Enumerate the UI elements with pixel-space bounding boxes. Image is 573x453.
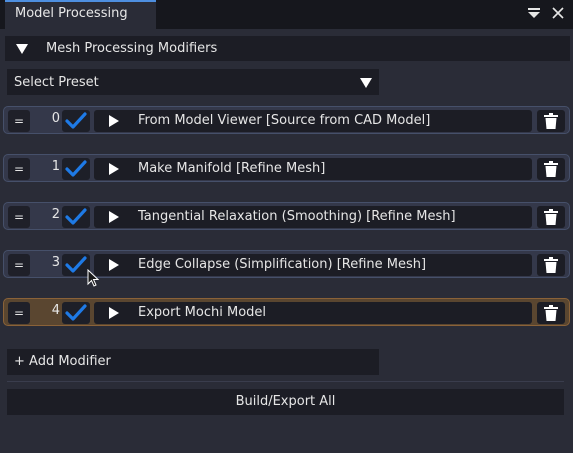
expand-triangle-icon [109, 307, 119, 319]
tab-title: Model Processing [15, 6, 128, 21]
modifier-label: Export Mochi Model [138, 305, 267, 320]
modifier-expand-button[interactable]: Export Mochi Model [94, 302, 532, 324]
close-icon[interactable] [551, 4, 565, 22]
modifier-row[interactable]: = 3 Edge Collapse (Simplification) [Refi… [3, 250, 570, 278]
modifier-index: 0 [51, 111, 60, 126]
collapse-triangle-icon[interactable] [16, 43, 28, 54]
delete-modifier-button[interactable] [537, 302, 565, 324]
chevron-down-icon [360, 77, 372, 92]
trash-icon [544, 257, 558, 273]
delete-modifier-button[interactable] [537, 110, 565, 132]
trash-icon [544, 113, 558, 129]
modifier-expand-button[interactable]: Make Manifold [Refine Mesh] [94, 158, 532, 180]
checkmark-icon [65, 208, 87, 225]
drag-handle[interactable]: = [8, 254, 30, 276]
trash-icon [544, 209, 558, 225]
trash-icon [544, 161, 558, 177]
trash-icon [544, 305, 558, 321]
expand-triangle-icon [109, 163, 119, 175]
enable-checkbox[interactable] [62, 206, 90, 228]
expand-triangle-icon [109, 211, 119, 223]
enable-checkbox[interactable] [62, 302, 90, 324]
delete-modifier-button[interactable] [537, 254, 565, 276]
modifier-row[interactable]: = 2 Tangential Relaxation (Smoothing) [R… [3, 202, 570, 230]
modifier-label: Tangential Relaxation (Smoothing) [Refin… [138, 209, 456, 224]
modifier-index: 4 [51, 303, 60, 318]
checkmark-icon [65, 160, 87, 177]
drag-handle[interactable]: = [8, 158, 30, 180]
add-modifier-button[interactable]: + Add Modifier [7, 349, 379, 375]
preset-dropdown[interactable]: Select Preset [7, 69, 379, 95]
tab-bar: Model Processing [0, 0, 573, 29]
section-header[interactable]: Mesh Processing Modifiers [5, 36, 570, 61]
modifier-index: 3 [51, 255, 60, 270]
modifier-label: Edge Collapse (Simplification) [Refine M… [138, 257, 427, 272]
preset-label: Select Preset [14, 74, 99, 90]
enable-checkbox[interactable] [62, 110, 90, 132]
modifier-expand-button[interactable]: Tangential Relaxation (Smoothing) [Refin… [94, 206, 532, 228]
divider [7, 381, 564, 382]
checkmark-icon [65, 256, 87, 273]
modifier-index: 2 [51, 207, 60, 222]
window-tools [527, 4, 565, 22]
tab-model-processing[interactable]: Model Processing [5, 0, 156, 29]
delete-modifier-button[interactable] [537, 158, 565, 180]
delete-modifier-button[interactable] [537, 206, 565, 228]
modifier-row[interactable]: = 1 Make Manifold [Refine Mesh] [3, 154, 570, 182]
checkmark-icon [65, 112, 87, 129]
modifier-label: From Model Viewer [Source from CAD Model… [138, 113, 431, 128]
modifier-index: 1 [51, 159, 60, 174]
enable-checkbox[interactable] [62, 158, 90, 180]
build-export-all-button[interactable]: Build/Export All [7, 389, 564, 415]
expand-triangle-icon [109, 115, 119, 127]
modifier-row[interactable]: = 0 From Model Viewer [Source from CAD M… [3, 106, 570, 134]
enable-checkbox[interactable] [62, 254, 90, 276]
modifier-label: Make Manifold [Refine Mesh] [138, 161, 326, 176]
modifier-expand-button[interactable]: From Model Viewer [Source from CAD Model… [94, 110, 532, 132]
section-title: Mesh Processing Modifiers [46, 41, 218, 56]
dropdown-menu-icon[interactable] [527, 4, 541, 22]
modifier-row[interactable]: = 4 Export Mochi Model [3, 298, 570, 326]
checkmark-icon [65, 304, 87, 321]
drag-handle[interactable]: = [8, 206, 30, 228]
drag-handle[interactable]: = [8, 110, 30, 132]
drag-handle[interactable]: = [8, 302, 30, 324]
expand-triangle-icon [109, 259, 119, 271]
modifier-expand-button[interactable]: Edge Collapse (Simplification) [Refine M… [94, 254, 532, 276]
